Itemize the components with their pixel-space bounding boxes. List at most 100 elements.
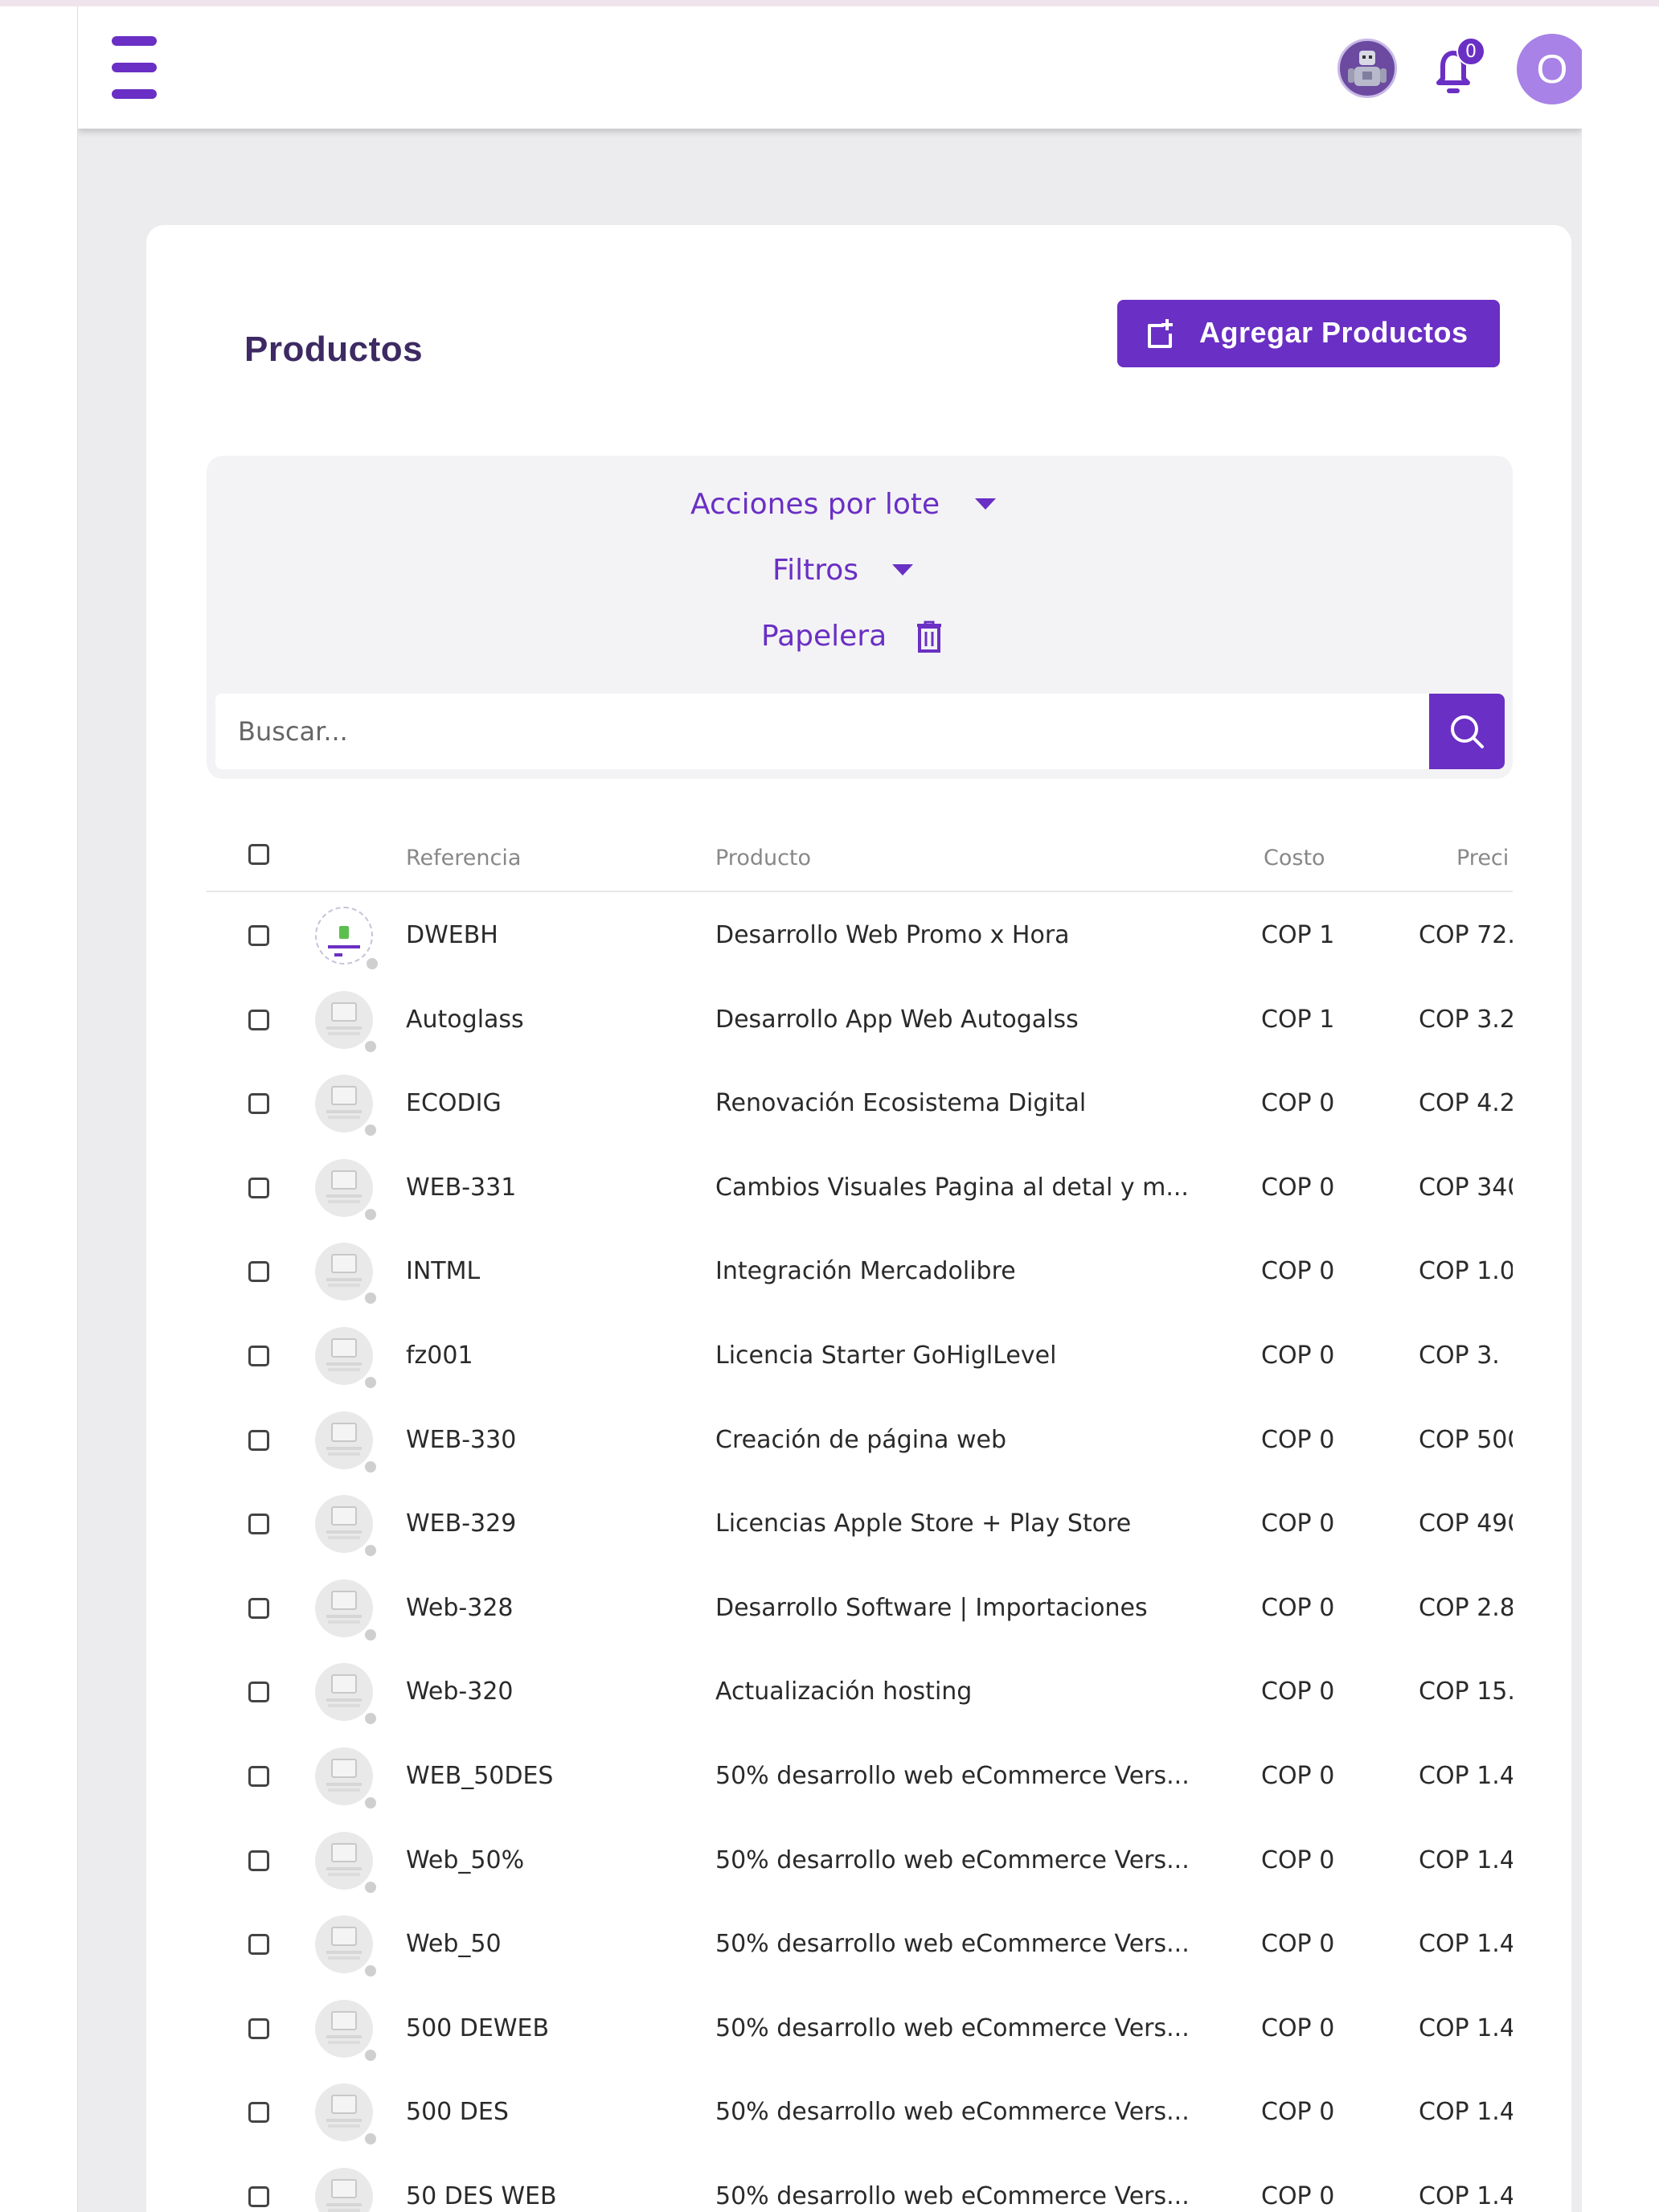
cell-price: COP 1.45 bbox=[1419, 2098, 1513, 2127]
search-input[interactable] bbox=[215, 694, 1392, 769]
filters-label: Filtros bbox=[772, 554, 858, 587]
row-checkbox[interactable] bbox=[248, 1597, 269, 1619]
cell-price: COP 1.45 bbox=[1419, 1762, 1513, 1790]
product-thumbnail bbox=[315, 1747, 378, 1810]
cell-product: Desarrollo Web Promo x Hora bbox=[715, 921, 1070, 949]
add-box-icon bbox=[1141, 317, 1177, 356]
product-thumbnail bbox=[315, 2168, 373, 2212]
app-stage: 0 O Productos Agregar Productos Acciones… bbox=[78, 6, 1582, 2212]
batch-actions-dropdown[interactable]: Acciones por lote bbox=[690, 488, 997, 521]
product-thumbnail bbox=[315, 1915, 378, 1979]
product-thumbnail bbox=[315, 1158, 378, 1222]
cell-product: Cambios Visuales Pagina al detal y m... bbox=[715, 1173, 1189, 1202]
cell-reference: WEB-329 bbox=[406, 1509, 517, 1538]
row-checkbox[interactable] bbox=[248, 1766, 269, 1787]
cell-price: COP 72. bbox=[1419, 921, 1513, 949]
search-bar bbox=[215, 694, 1505, 769]
cell-reference: WEB_50DES bbox=[406, 1762, 554, 1790]
table-row[interactable]: INTML Integración Mercadolibre COP 0 COP 1.… bbox=[207, 1230, 1513, 1313]
cell-cost: COP 1 bbox=[1261, 1005, 1335, 1034]
row-checkbox[interactable] bbox=[248, 1093, 269, 1115]
cell-price: COP 490 bbox=[1419, 1509, 1513, 1538]
select-all-checkbox[interactable] bbox=[248, 844, 269, 865]
cell-cost: COP 1 bbox=[1261, 921, 1335, 949]
product-thumbnail bbox=[315, 2083, 378, 2147]
cell-price: COP 1.00 bbox=[1419, 1257, 1513, 1286]
robot-avatar-icon[interactable] bbox=[1337, 39, 1397, 98]
row-checkbox[interactable] bbox=[248, 1429, 269, 1451]
search-icon bbox=[1451, 715, 1484, 748]
user-avatar[interactable]: O bbox=[1517, 34, 1582, 104]
cell-price: COP 500 bbox=[1419, 1425, 1513, 1454]
cell-reference: Web-320 bbox=[406, 1677, 514, 1706]
row-checkbox[interactable] bbox=[248, 1934, 269, 1956]
row-checkbox[interactable] bbox=[248, 1514, 269, 1535]
table-row[interactable]: Autoglass Desarrollo App Web Autogalss COP… bbox=[207, 978, 1513, 1062]
filters-dropdown[interactable]: Filtros bbox=[772, 554, 913, 587]
trash-label: Papelera bbox=[761, 620, 887, 653]
product-thumbnail bbox=[315, 907, 379, 971]
cell-product: 50% desarrollo web eCommerce Vers... bbox=[715, 2182, 1190, 2210]
table-row[interactable]: fz001 Licencia Starter GoHiglLevel COP 0 CO… bbox=[207, 1314, 1513, 1398]
product-thumbnail bbox=[315, 1411, 378, 1474]
cell-price: COP 2.85 bbox=[1419, 1593, 1513, 1622]
products-card: Productos Agregar Productos Acciones por… bbox=[146, 225, 1571, 2212]
column-header-cost: Costo bbox=[1264, 846, 1325, 870]
cell-cost: COP 0 bbox=[1261, 2098, 1335, 2127]
row-checkbox[interactable] bbox=[248, 2017, 269, 2039]
row-checkbox[interactable] bbox=[248, 925, 269, 946]
cell-reference: 500 DEWEB bbox=[406, 2013, 550, 2042]
notification-badge: 0 bbox=[1456, 37, 1485, 66]
table-header: Referencia Producto Costo Preci bbox=[207, 826, 1513, 892]
trash-link[interactable]: Papelera bbox=[761, 620, 943, 653]
row-checkbox[interactable] bbox=[248, 1177, 269, 1198]
cell-reference: WEB-330 bbox=[406, 1425, 517, 1454]
cell-reference: 50 DES WEB bbox=[406, 2182, 557, 2210]
cell-cost: COP 0 bbox=[1261, 1425, 1335, 1454]
cell-cost: COP 0 bbox=[1261, 1677, 1335, 1706]
table-row[interactable]: Web_50% 50% desarrollo web eCommerce Vers… bbox=[207, 1819, 1513, 1903]
cell-product: Licencia Starter GoHiglLevel bbox=[715, 1342, 1057, 1370]
cell-price: COP 3. bbox=[1419, 1342, 1500, 1370]
cell-price: COP 4.25 bbox=[1419, 1089, 1513, 1118]
table-row[interactable]: Web_50 50% desarrollo web eCommerce Vers.… bbox=[207, 1903, 1513, 1986]
product-thumbnail bbox=[315, 1243, 378, 1306]
table-row[interactable]: WEB-329 Licencias Apple Store + Play Stor… bbox=[207, 1482, 1513, 1566]
cell-product: 50% desarrollo web eCommerce Vers... bbox=[715, 1845, 1190, 1874]
add-products-button[interactable]: Agregar Productos bbox=[1117, 300, 1500, 367]
row-checkbox[interactable] bbox=[248, 2102, 269, 2124]
cell-price: COP 340 bbox=[1419, 1173, 1513, 1202]
cell-cost: COP 0 bbox=[1261, 1257, 1335, 1286]
row-checkbox[interactable] bbox=[248, 1009, 269, 1030]
row-checkbox[interactable] bbox=[248, 1682, 269, 1703]
table-row[interactable]: ECODIG Renovación Ecosistema Digital COP 0… bbox=[207, 1062, 1513, 1145]
cell-cost: COP 0 bbox=[1261, 2182, 1335, 2210]
table-row[interactable]: Web-320 Actualización hosting COP 0 COP 15. bbox=[207, 1650, 1513, 1734]
table-row[interactable]: 50 DES WEB 50% desarrollo web eCommerce V… bbox=[207, 2155, 1513, 2212]
cell-cost: COP 0 bbox=[1261, 1593, 1335, 1622]
row-checkbox[interactable] bbox=[248, 1346, 269, 1366]
row-checkbox[interactable] bbox=[248, 1261, 269, 1283]
cell-product: Actualización hosting bbox=[715, 1677, 973, 1706]
search-button[interactable] bbox=[1429, 694, 1505, 769]
cell-product: Desarrollo Software | Importaciones bbox=[715, 1593, 1148, 1622]
table-row[interactable]: Web-328 Desarrollo Software | Importacion… bbox=[207, 1567, 1513, 1650]
row-checkbox[interactable] bbox=[248, 1849, 269, 1871]
table-row[interactable]: WEB-330 Creación de página web COP 0 COP 50… bbox=[207, 1399, 1513, 1482]
row-checkbox[interactable] bbox=[248, 2186, 269, 2207]
table-row[interactable]: DWEBH Desarrollo Web Promo x Hora COP 1 COP… bbox=[207, 894, 1513, 977]
table-row[interactable]: 500 DEWEB 50% desarrollo web eCommerce Ve… bbox=[207, 1987, 1513, 2071]
cell-reference: fz001 bbox=[406, 1342, 473, 1370]
cell-reference: Web_50% bbox=[406, 1845, 525, 1874]
cell-cost: COP 0 bbox=[1261, 2013, 1335, 2042]
cell-product: Desarrollo App Web Autogalss bbox=[715, 1005, 1079, 1034]
cell-reference: INTML bbox=[406, 1257, 481, 1286]
caret-down-icon bbox=[892, 563, 913, 576]
hamburger-menu-icon[interactable] bbox=[112, 36, 157, 99]
table-row[interactable]: 500 DES 50% desarrollo web eCommerce Vers… bbox=[207, 2071, 1513, 2154]
table-row[interactable]: WEB-331 Cambios Visuales Pagina al detal … bbox=[207, 1146, 1513, 1230]
top-strip bbox=[0, 0, 1659, 6]
product-thumbnail bbox=[315, 1831, 378, 1895]
cell-price: COP 1.45 bbox=[1419, 1930, 1513, 1959]
table-row[interactable]: WEB_50DES 50% desarrollo web eCommerce Ve… bbox=[207, 1735, 1513, 1818]
